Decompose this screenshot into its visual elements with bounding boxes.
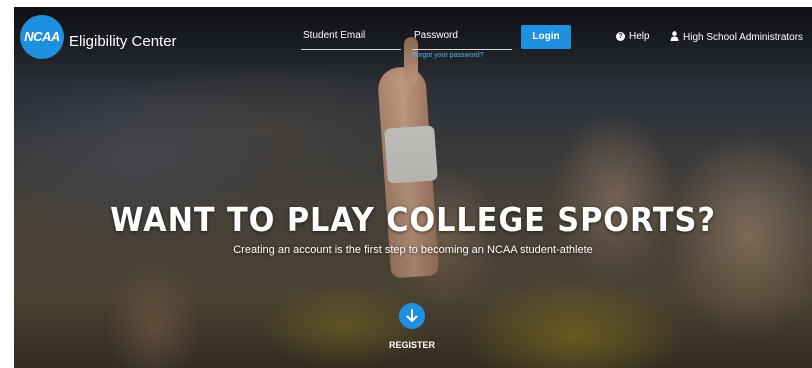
logo-text[interactable]: Eligibility Center <box>69 33 177 50</box>
user-icon <box>670 31 679 44</box>
register-label[interactable]: REGISTER <box>14 340 810 350</box>
admin-label: High School Administrators <box>683 32 804 44</box>
student-email-input[interactable]: Student Email <box>301 27 401 50</box>
hero-subtitle: Creating an account is the first step to… <box>233 244 593 256</box>
ncaa-logo[interactable]: NCAA <box>20 15 64 59</box>
hero-background: NCAA Eligibility Center Student Email Pa… <box>14 7 812 368</box>
password-input[interactable]: Password <box>412 27 512 50</box>
hero-title: WANT TO PLAY COLLEGE SPORTS? <box>110 200 716 239</box>
help-label: Help <box>629 31 650 42</box>
login-button[interactable]: Login <box>521 25 571 49</box>
register-button[interactable] <box>399 303 425 329</box>
arrow-down-icon <box>406 309 418 322</box>
password-placeholder: Password <box>414 30 458 41</box>
help-circle-icon: ? <box>616 31 625 41</box>
forgot-password-link[interactable]: Forgot your password? <box>412 52 484 59</box>
background-photo-wristband <box>384 125 438 184</box>
help-link[interactable]: ? Help <box>616 31 650 42</box>
student-email-placeholder: Student Email <box>303 30 366 41</box>
top-header: NCAA Eligibility Center Student Email Pa… <box>14 7 812 69</box>
high-school-admin-link[interactable]: High School Administrators <box>670 31 803 44</box>
